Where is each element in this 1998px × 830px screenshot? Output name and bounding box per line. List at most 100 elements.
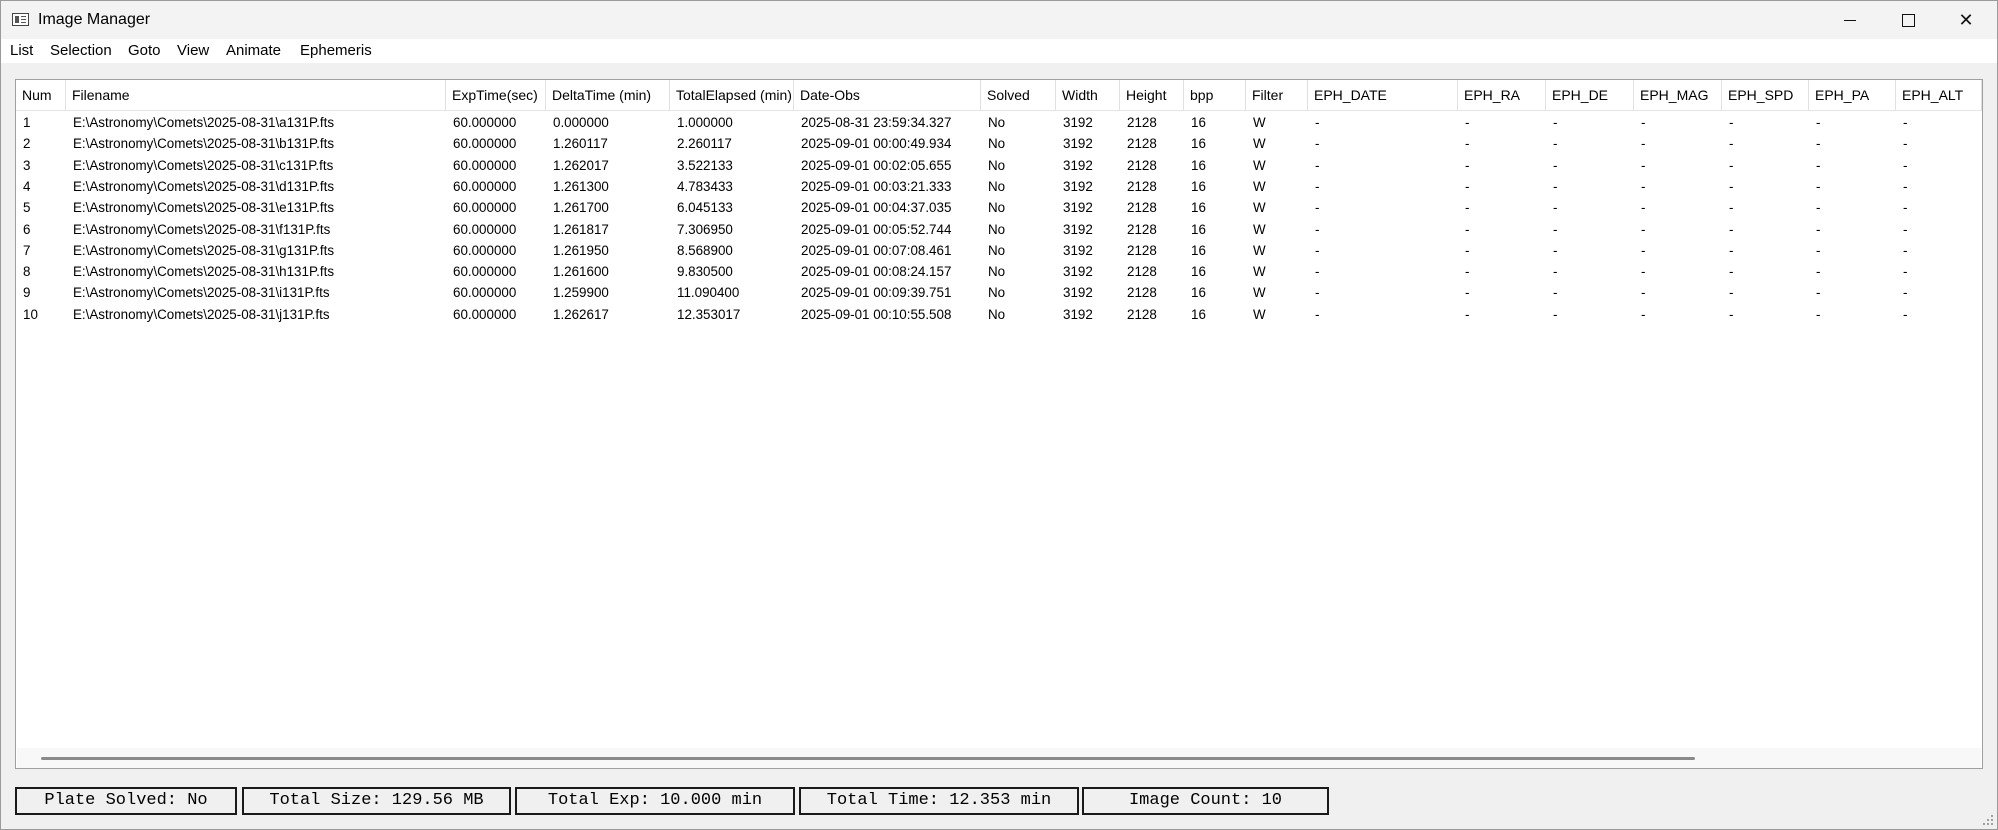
menu-view-label: View [177, 42, 210, 59]
column-header-eph-date[interactable]: EPH_DATE [1308, 80, 1458, 110]
menu-goto[interactable]: Goto [128, 42, 161, 59]
cell-eph-date: - [1315, 221, 1320, 237]
cell-eph-alt: - [1903, 136, 1908, 152]
cell-eph-mag: - [1641, 136, 1646, 152]
cell-eph-date: - [1315, 178, 1320, 194]
menu-animate-label: Animate [226, 42, 282, 59]
cell-num: 7 [23, 242, 31, 258]
cell-eph-alt: - [1903, 242, 1908, 258]
column-header-eph-pa[interactable]: EPH_PA [1809, 80, 1896, 110]
cell-eph-ra: - [1465, 221, 1470, 237]
close-button[interactable]: ✕ [1937, 1, 1995, 39]
cell-num: 2 [23, 136, 31, 152]
cell-eph-mag: - [1641, 157, 1646, 173]
cell-height: 2128 [1127, 221, 1157, 237]
cell-exptime: 60.000000 [453, 157, 517, 173]
cell-width: 3192 [1063, 157, 1093, 173]
window-title: Image Manager [38, 11, 151, 28]
column-header-exptime[interactable]: ExpTime(sec) [446, 80, 546, 110]
cell-date-obs: 2025-09-01 00:08:24.157 [801, 264, 952, 280]
column-header-eph-ra[interactable]: EPH_RA [1458, 80, 1546, 110]
image-list[interactable]: Num Filename ExpTime(sec) DeltaTime (min) To… [15, 79, 1983, 769]
column-header-width[interactable]: Width [1056, 80, 1120, 110]
cell-filename: E:\Astronomy\Comets\2025-08-31\b131P.fts [73, 136, 335, 152]
column-header-eph-spd[interactable]: EPH_SPD [1722, 80, 1809, 110]
cell-eph-mag: - [1641, 242, 1646, 258]
cell-filter: W [1253, 157, 1266, 173]
table-row[interactable]: 6 E:\Astronomy\Comets\2025-08-31\f131P.ft… [16, 219, 1982, 240]
column-header-bpp[interactable]: bpp [1184, 80, 1246, 110]
maximize-button[interactable] [1879, 1, 1937, 39]
table-row[interactable]: 2 E:\Astronomy\Comets\2025-08-31\b131P.ft… [16, 133, 1982, 154]
menu-ephemeris[interactable]: Ephemeris [300, 42, 372, 59]
table-row[interactable]: 7 E:\Astronomy\Comets\2025-08-31\g131P.ft… [16, 240, 1982, 261]
cell-height: 2128 [1127, 178, 1157, 194]
cell-filename: E:\Astronomy\Comets\2025-08-31\d131P.fts [73, 178, 335, 194]
cell-filter: W [1253, 306, 1266, 322]
cell-totalelapsed: 12.353017 [677, 306, 741, 322]
column-header-filename[interactable]: Filename [66, 80, 446, 110]
cell-eph-date: - [1315, 115, 1320, 130]
column-header-eph-mag[interactable]: EPH_MAG [1634, 80, 1722, 110]
cell-eph-ra: - [1465, 285, 1470, 301]
app-icon[interactable] [12, 13, 29, 26]
table-row[interactable]: 10 E:\Astronomy\Comets\2025-08-31\j131P.f… [16, 304, 1982, 325]
cell-bpp: 16 [1191, 285, 1206, 301]
cell-totalelapsed: 6.045133 [677, 200, 733, 216]
cell-eph-spd: - [1729, 306, 1734, 322]
cell-eph-de: - [1553, 306, 1558, 322]
cell-filename: E:\Astronomy\Comets\2025-08-31\j131P.fts [73, 306, 330, 322]
cell-totalelapsed: 7.306950 [677, 221, 733, 237]
table-row[interactable]: 3 E:\Astronomy\Comets\2025-08-31\c131P.ft… [16, 155, 1982, 176]
column-header-filter[interactable]: Filter [1246, 80, 1308, 110]
cell-totalelapsed: 11.090400 [677, 285, 740, 301]
column-header-eph-de[interactable]: EPH_DE [1546, 80, 1634, 110]
table-row[interactable]: 1 E:\Astronomy\Comets\2025-08-31\a131P.ft… [16, 112, 1982, 133]
cell-width: 3192 [1063, 200, 1093, 216]
cell-eph-date: - [1315, 242, 1320, 258]
cell-bpp: 16 [1191, 306, 1206, 322]
scrollbar-thumb[interactable] [41, 757, 1695, 760]
cell-totalelapsed: 9.830500 [677, 264, 733, 280]
cell-eph-mag: - [1641, 115, 1646, 130]
cell-eph-spd: - [1729, 178, 1734, 194]
column-header-solved[interactable]: Solved [981, 80, 1056, 110]
table-row[interactable]: 4 E:\Astronomy\Comets\2025-08-31\d131P.ft… [16, 176, 1982, 197]
cell-deltatime: 1.261600 [553, 264, 609, 280]
cell-eph-de: - [1553, 285, 1558, 301]
cell-eph-alt: - [1903, 264, 1908, 280]
column-header-eph-alt[interactable]: EPH_ALT [1896, 80, 1982, 110]
cell-num: 8 [23, 264, 31, 280]
cell-eph-de: - [1553, 264, 1558, 280]
cell-eph-mag: - [1641, 200, 1646, 216]
menu-animate[interactable]: Animate [226, 42, 281, 59]
cell-filter: W [1253, 264, 1266, 280]
title-bar[interactable]: Image Manager ✕ [1, 1, 1997, 39]
column-header-date-obs[interactable]: Date-Obs [794, 80, 981, 110]
minimize-button[interactable] [1821, 1, 1879, 39]
cell-filter: W [1253, 200, 1266, 216]
table-row[interactable]: 5 E:\Astronomy\Comets\2025-08-31\e131P.ft… [16, 197, 1982, 218]
image-count-status: Image Count: 10 [1082, 787, 1329, 815]
column-header-totalelapsed[interactable]: TotalElapsed (min) [670, 80, 794, 110]
table-row[interactable]: 8 E:\Astronomy\Comets\2025-08-31\h131P.ft… [16, 261, 1982, 282]
cell-width: 3192 [1063, 242, 1093, 258]
cell-exptime: 60.000000 [453, 285, 517, 301]
grip-dot [1987, 819, 1989, 821]
cell-solved: No [988, 136, 1006, 152]
menu-view[interactable]: View [177, 42, 209, 59]
cell-height: 2128 [1127, 157, 1157, 173]
resize-grip[interactable] [1981, 813, 1995, 827]
column-header-deltatime[interactable]: DeltaTime (min) [546, 80, 670, 110]
cell-solved: No [988, 242, 1006, 258]
table-row[interactable]: 9 E:\Astronomy\Comets\2025-08-31\i131P.ft… [16, 282, 1982, 303]
column-header-num[interactable]: Num [16, 80, 66, 110]
horizontal-scrollbar[interactable] [17, 748, 1981, 768]
column-header-height[interactable]: Height [1120, 80, 1184, 110]
menu-list[interactable]: List [10, 42, 33, 59]
menu-selection[interactable]: Selection [50, 42, 112, 59]
total-size-status: Total Size: 129.56 MB [242, 787, 511, 815]
cell-eph-alt: - [1903, 306, 1908, 322]
total-time-status: Total Time: 12.353 min [799, 787, 1079, 815]
cell-eph-pa: - [1816, 178, 1821, 194]
